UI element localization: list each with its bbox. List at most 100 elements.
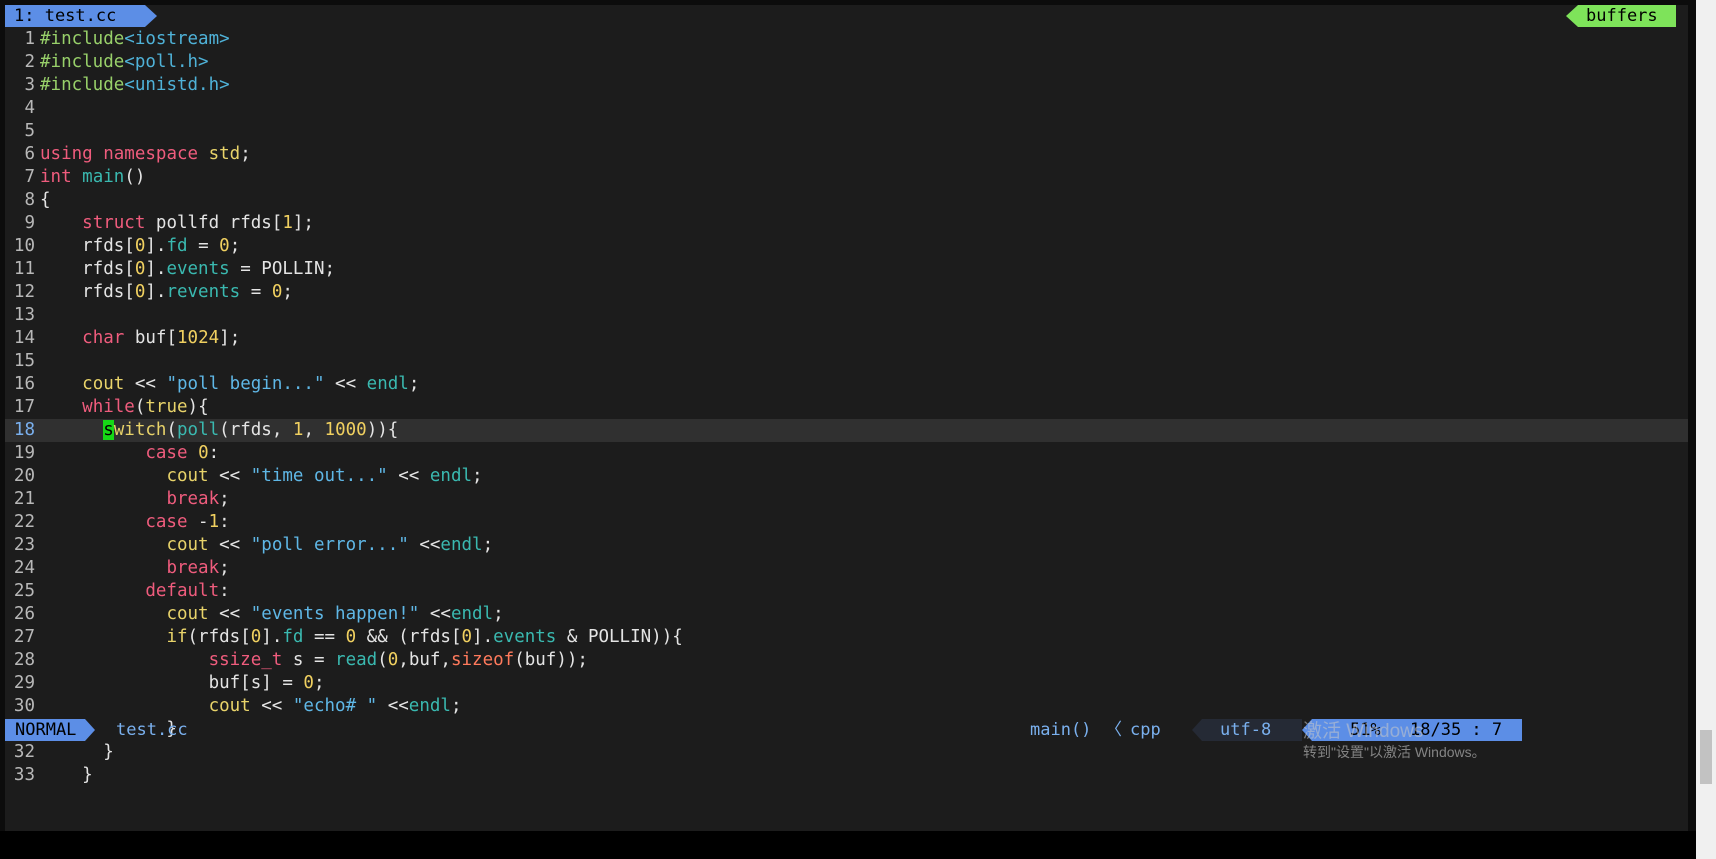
status-filename: test.cc — [116, 720, 188, 740]
line-number: 10 — [13, 236, 35, 256]
code-line[interactable]: 26 cout << "events happen!" <<endl; — [5, 603, 1688, 626]
code-line[interactable]: 27 if(rfds[0].fd == 0 && (rfds[0].events… — [5, 626, 1688, 649]
code-text[interactable]: cout << "poll begin..." << endl; — [40, 374, 419, 394]
code-line[interactable]: 13 — [5, 304, 1688, 327]
code-text[interactable]: break; — [40, 489, 229, 509]
code-text[interactable]: rfds[0].events = POLLIN; — [40, 259, 335, 279]
code-line[interactable]: 30 cout << "echo# " <<endl; — [5, 695, 1688, 718]
line-number: 17 — [13, 397, 35, 417]
buffers-label: buffers — [1566, 5, 1676, 27]
line-number: 9 — [24, 213, 35, 233]
code-line[interactable]: 17 while(true){ — [5, 396, 1688, 419]
code-line[interactable]: 9 struct pollfd rfds[1]; — [5, 212, 1688, 235]
line-number: 12 — [13, 282, 35, 302]
line-number: 18 — [13, 420, 35, 440]
code-line-current[interactable]: 18 switch(poll(rfds, 1, 1000)){ — [5, 419, 1688, 442]
code-line[interactable]: 33 } — [5, 764, 1688, 787]
code-line[interactable]: 29 buf[s] = 0; — [5, 672, 1688, 695]
code-text[interactable]: int main() — [40, 167, 145, 187]
code-text[interactable]: using namespace std; — [40, 144, 251, 164]
code-text[interactable]: rfds[0].revents = 0; — [40, 282, 293, 302]
code-line[interactable]: 2 #include<poll.h> — [5, 51, 1688, 74]
code-text[interactable]: break; — [40, 558, 229, 578]
code-text[interactable]: } — [40, 742, 114, 762]
code-text[interactable]: cout << "time out..." << endl; — [40, 466, 482, 486]
line-number: 29 — [13, 673, 35, 693]
code-text[interactable]: switch(poll(rfds, 1, 1000)){ — [40, 420, 398, 440]
code-text[interactable]: buf[s] = 0; — [40, 673, 325, 693]
code-line[interactable]: 7 int main() — [5, 166, 1688, 189]
code-editor[interactable]: 1 #include<iostream> 2 #include<poll.h> 3 #in… — [5, 28, 1688, 787]
code-line[interactable]: 14 char buf[1024]; — [5, 327, 1688, 350]
code-line[interactable]: 1 #include<iostream> — [5, 28, 1688, 51]
code-line[interactable]: 19 case 0: — [5, 442, 1688, 465]
code-line[interactable]: 25 default: — [5, 580, 1688, 603]
code-line[interactable]: 16 cout << "poll begin..." << endl; — [5, 373, 1688, 396]
status-separator: 〈 — [1105, 720, 1122, 740]
line-number: 11 — [13, 259, 35, 279]
vim-terminal[interactable]: 1: test.cc buffers 1 #include<iostream> 2 #… — [5, 5, 1688, 831]
line-number: 14 — [13, 328, 35, 348]
terminal-bottom-border — [0, 831, 1696, 859]
code-text[interactable]: case -1: — [40, 512, 229, 532]
code-line[interactable]: 28 ssize_t s = read(0,buf,sizeof(buf)); — [5, 649, 1688, 672]
line-number: 20 — [13, 466, 35, 486]
status-encoding: utf-8 — [1192, 719, 1302, 741]
code-line[interactable]: 24 break; — [5, 557, 1688, 580]
code-line[interactable]: 4 — [5, 97, 1688, 120]
code-line[interactable]: 21 break; — [5, 488, 1688, 511]
status-filetype: cpp — [1130, 720, 1161, 740]
code-line[interactable]: 10 rfds[0].fd = 0; — [5, 235, 1688, 258]
status-function: main() — [1030, 720, 1092, 740]
code-text[interactable]: #include<poll.h> — [40, 52, 209, 72]
line-number: 32 — [13, 742, 35, 762]
code-text[interactable]: } — [40, 765, 93, 785]
line-number: 13 — [13, 305, 35, 325]
line-number: 15 — [13, 351, 35, 371]
code-text[interactable]: #include<unistd.h> — [40, 75, 230, 95]
line-number: 1 — [24, 29, 35, 49]
line-number: 6 — [24, 144, 35, 164]
line-number: 28 — [13, 650, 35, 670]
line-number: 24 — [13, 558, 35, 578]
code-line[interactable]: 12 rfds[0].revents = 0; — [5, 281, 1688, 304]
code-line[interactable]: 5 — [5, 120, 1688, 143]
code-line[interactable]: 11 rfds[0].events = POLLIN; — [5, 258, 1688, 281]
line-number: 25 — [13, 581, 35, 601]
line-number: 7 — [24, 167, 35, 187]
code-text[interactable]: ssize_t s = read(0,buf,sizeof(buf)); — [40, 650, 588, 670]
code-text[interactable]: cout << "events happen!" <<endl; — [40, 604, 503, 624]
code-line[interactable]: 22 case -1: — [5, 511, 1688, 534]
line-number: 26 — [13, 604, 35, 624]
line-number: 30 — [13, 696, 35, 716]
code-text[interactable]: case 0: — [40, 443, 219, 463]
statusline: NORMAL test.cc main() 〈 cpp utf-8 51% 18… — [5, 719, 1688, 741]
line-number: 4 — [24, 98, 35, 118]
code-text[interactable]: cout << "echo# " <<endl; — [40, 696, 462, 716]
code-text[interactable]: if(rfds[0].fd == 0 && (rfds[0].events & … — [40, 627, 682, 647]
code-line[interactable]: 20 cout << "time out..." << endl; — [5, 465, 1688, 488]
tab-test-cc[interactable]: 1: test.cc — [5, 5, 157, 27]
code-line[interactable]: 15 — [5, 350, 1688, 373]
code-text[interactable]: default: — [40, 581, 229, 601]
scrollbar-thumb[interactable] — [1700, 730, 1712, 784]
code-text[interactable]: struct pollfd rfds[1]; — [40, 213, 314, 233]
code-text[interactable]: cout << "poll error..." <<endl; — [40, 535, 493, 555]
code-line[interactable]: 23 cout << "poll error..." <<endl; — [5, 534, 1688, 557]
activation-watermark-title: 激活 Windows — [1303, 721, 1424, 742]
code-text[interactable]: rfds[0].fd = 0; — [40, 236, 240, 256]
line-number: 19 — [13, 443, 35, 463]
status-cursor-position: 18/35 : 7 — [1410, 720, 1503, 740]
code-line[interactable]: 6 using namespace std; — [5, 143, 1688, 166]
scrollbar[interactable] — [1696, 0, 1716, 859]
code-line[interactable]: 3 #include<unistd.h> — [5, 74, 1688, 97]
code-text[interactable]: { — [40, 190, 51, 210]
code-text[interactable]: char buf[1024]; — [40, 328, 240, 348]
activation-watermark-subtitle: 转到"设置"以激活 Windows。 — [1303, 744, 1486, 760]
line-number: 33 — [13, 765, 35, 785]
code-text[interactable]: #include<iostream> — [40, 29, 230, 49]
line-number: 23 — [13, 535, 35, 555]
code-text[interactable]: while(true){ — [40, 397, 208, 417]
code-line[interactable]: 8{ — [5, 189, 1688, 212]
line-number: 21 — [13, 489, 35, 509]
